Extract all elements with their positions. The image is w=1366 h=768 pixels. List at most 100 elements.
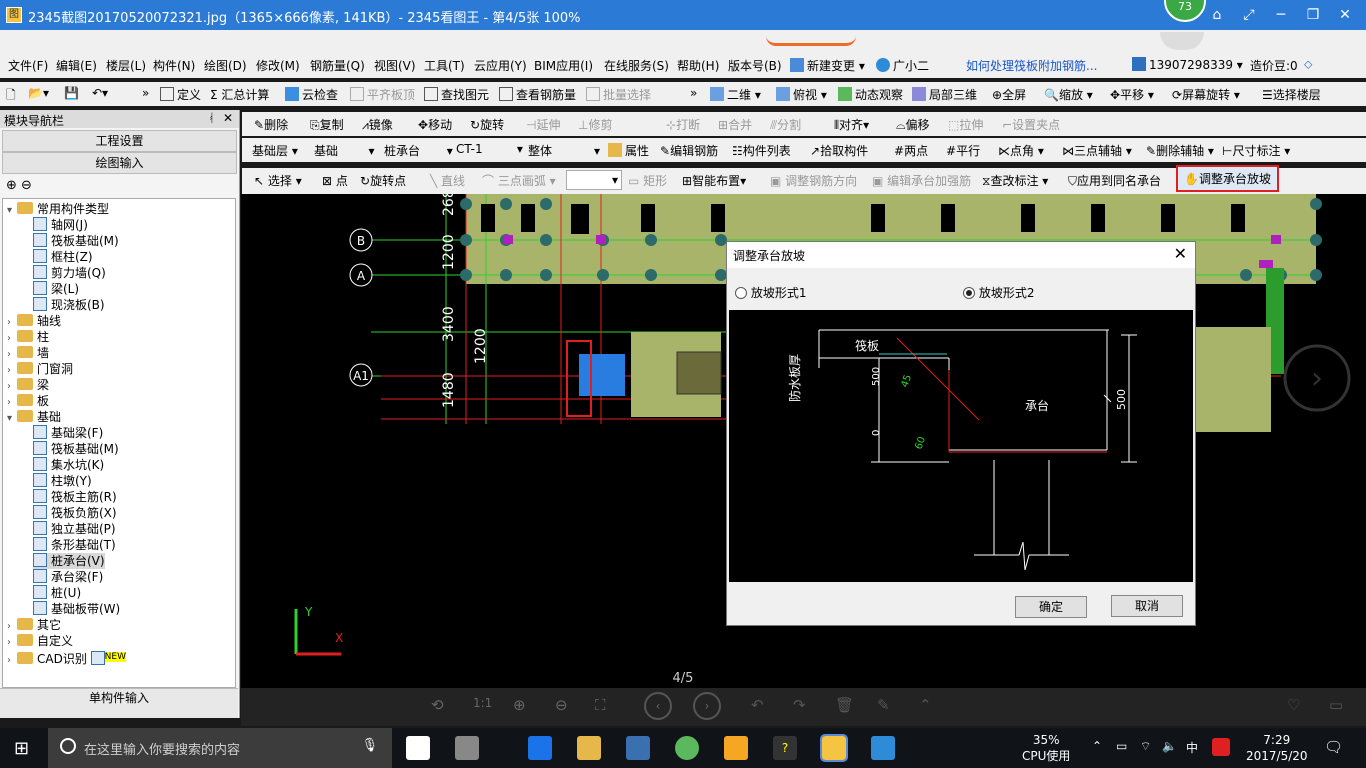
menu-new-change[interactable]: 新建变更 ▾ <box>790 57 865 74</box>
edit-cap-reinforcement-button[interactable]: ▣ 编辑承台加强筋 <box>872 172 971 189</box>
dynamic-observe-button[interactable]: 动态观察 <box>838 86 903 103</box>
nav-close-icon[interactable]: ✕ <box>223 111 233 125</box>
smart-layout-dropdown[interactable]: ⊞智能布置▾ <box>682 172 746 189</box>
prev-image-button[interactable]: ‹ <box>644 692 672 720</box>
windows-start-icon[interactable]: ⊞ <box>14 738 29 759</box>
edge-icon[interactable] <box>528 736 552 760</box>
set-grip-button[interactable]: ⌐设置夹点 <box>1002 116 1060 133</box>
overflow-icon[interactable]: » <box>142 86 149 100</box>
tree-item[interactable]: 柱墩(Y) <box>33 473 92 489</box>
floor-select[interactable]: 基础层 ▾ <box>252 142 298 159</box>
rotate-button[interactable]: ↻旋转 <box>470 116 504 133</box>
help-link[interactable]: 如何处理筏板附加钢筋... <box>966 57 1097 74</box>
undo-rotate-icon[interactable]: ↶ <box>751 696 764 714</box>
line-button[interactable]: ╲ 直线 <box>430 172 465 189</box>
menu-modify[interactable]: 修改(M) <box>256 57 300 74</box>
delete-image-icon[interactable]: 🗑 <box>835 696 854 714</box>
tray-expand-icon[interactable]: ⌃ <box>1092 739 1102 753</box>
tree-item[interactable]: 筏板主筋(R) <box>33 489 117 505</box>
pick-component-button[interactable]: ↗拾取构件 <box>810 142 868 159</box>
tray-device-icon[interactable]: ▭ <box>1116 739 1127 753</box>
tree-folder[interactable]: ▾ 常用构件类型 <box>7 201 109 217</box>
menu-assistant[interactable]: 广小二 <box>876 57 929 74</box>
menu-draw[interactable]: 绘图(D) <box>204 57 247 74</box>
zoom-in-icon[interactable]: ⊕ <box>513 696 526 714</box>
action-center-icon[interactable]: 🗨 <box>1324 738 1343 756</box>
tree-folder[interactable]: › 板 <box>7 393 49 409</box>
close-button[interactable]: ✕ <box>1334 5 1356 25</box>
menu-file[interactable]: 文件(F) <box>8 57 48 74</box>
rotate-point-button[interactable]: ↻旋转点 <box>360 172 406 189</box>
image-viewer-taskbar-icon[interactable] <box>820 734 848 762</box>
zoom-out-icon[interactable]: ⊖ <box>555 696 568 714</box>
notes-app-icon[interactable] <box>724 736 748 760</box>
store-icon[interactable] <box>626 736 650 760</box>
top-view-dropdown[interactable]: 俯视 ▾ <box>776 86 827 103</box>
tree-item[interactable]: 筏板基础(M) <box>33 233 119 249</box>
tree-item[interactable]: 筏板基础(M) <box>33 441 119 457</box>
tree-item[interactable]: 条形基础(T) <box>33 537 116 553</box>
offset-button[interactable]: ⌓偏移 <box>896 116 930 133</box>
ime-indicator[interactable]: 中 <box>1186 739 1198 756</box>
dialog-close-icon[interactable]: ✕ <box>1174 244 1187 263</box>
add-app-icon[interactable] <box>871 736 895 760</box>
undo-icon[interactable]: ↶▾ <box>92 86 108 100</box>
tree-item[interactable]: 独立基础(P) <box>33 521 116 537</box>
tree-folder[interactable]: ▾ 基础 <box>7 409 61 425</box>
parallel-button[interactable]: #平行 <box>946 142 980 159</box>
favorite-icon[interactable]: ♡ <box>1287 696 1300 714</box>
menu-tools[interactable]: 工具(T) <box>424 57 465 74</box>
adjust-cap-slope-button[interactable]: ✋调整承台放坡 <box>1176 165 1279 192</box>
restore-button[interactable]: ❐ <box>1302 5 1324 25</box>
folder-icon[interactable]: ▭ <box>1329 696 1343 714</box>
category-select[interactable]: 基础 ▾ <box>314 142 375 159</box>
two-point-button[interactable]: #两点 <box>894 142 928 159</box>
tree-item[interactable]: 筏板负筋(X) <box>33 505 117 521</box>
tree-item[interactable]: 基础梁(F) <box>33 425 103 441</box>
tree-item[interactable]: 梁(L) <box>33 281 79 297</box>
fullscreen-button[interactable]: ⊕全屏 <box>992 86 1026 103</box>
edit-image-icon[interactable]: ✎ <box>877 696 890 714</box>
tree-folder[interactable]: › 轴线 <box>7 313 61 329</box>
tree-item[interactable]: 轴网(J) <box>33 217 88 233</box>
collapse-icon[interactable]: ▾ <box>7 203 17 219</box>
actual-size-icon[interactable]: 1:1 <box>473 696 492 710</box>
point-angle-dropdown[interactable]: ⋉点角 ▾ <box>998 142 1044 159</box>
unit-select[interactable]: 整体 ▾ <box>528 142 600 159</box>
element-select[interactable]: CT-1 ▾ <box>456 142 523 156</box>
point-button[interactable]: ⊠ 点 <box>322 172 348 189</box>
menu-help[interactable]: 帮助(H) <box>677 57 719 74</box>
overflow-icon-2[interactable]: » <box>690 86 697 100</box>
apply-same-name-button[interactable]: ⛉应用到同名承台 <box>1068 172 1161 189</box>
expand-collapse-icons[interactable]: ⊕ ⊖ <box>6 178 32 193</box>
tree-item[interactable]: 承台梁(F) <box>33 569 103 585</box>
menu-view[interactable]: 视图(V) <box>374 57 416 74</box>
open-icon[interactable]: 📂▾ <box>28 86 49 100</box>
redo-rotate-icon[interactable]: ↷ <box>793 696 806 714</box>
microphone-icon[interactable]: 🎙 <box>361 738 378 753</box>
antivirus-icon[interactable] <box>1212 738 1230 756</box>
menu-cloud[interactable]: 云应用(Y) <box>474 57 527 74</box>
tree-item[interactable]: 桩承台(V) <box>33 553 105 569</box>
user-account[interactable]: 13907298339 ▾ <box>1132 57 1243 72</box>
tree-folder[interactable]: › 墙 <box>7 345 49 361</box>
project-settings-button[interactable]: 工程设置 <box>2 130 237 152</box>
notification-badge[interactable]: 73 <box>1164 0 1206 22</box>
tree-folder[interactable]: › 柱 <box>7 329 49 345</box>
batch-select-button[interactable]: 批量选择 <box>586 86 651 103</box>
dimension-dropdown[interactable]: ⊢尺寸标注 ▾ <box>1222 142 1290 159</box>
menu-rebar[interactable]: 钢筋量(Q) <box>310 57 365 74</box>
minimize-button[interactable]: ─ <box>1270 5 1292 25</box>
slope-option-2[interactable]: 放坡形式2 <box>963 284 1034 301</box>
move-button[interactable]: ✥移动 <box>418 116 452 133</box>
type-select[interactable]: 桩承台 ▾ <box>384 142 453 159</box>
rotate-left-icon[interactable]: ⟲ <box>431 696 444 714</box>
menu-floor[interactable]: 楼层(L) <box>106 57 146 74</box>
copy-button[interactable]: ⎘复制 <box>310 116 344 133</box>
fit-icon[interactable]: ⛶ <box>595 696 606 714</box>
delete-button[interactable]: ✎删除 <box>254 116 288 133</box>
summary-calc-button[interactable]: Σ 汇总计算 <box>210 86 269 103</box>
slope-option-1[interactable]: 放坡形式1 <box>735 284 806 301</box>
pin-icon[interactable]: ᚮ <box>208 111 215 125</box>
help-app-icon[interactable]: ? <box>773 736 797 760</box>
